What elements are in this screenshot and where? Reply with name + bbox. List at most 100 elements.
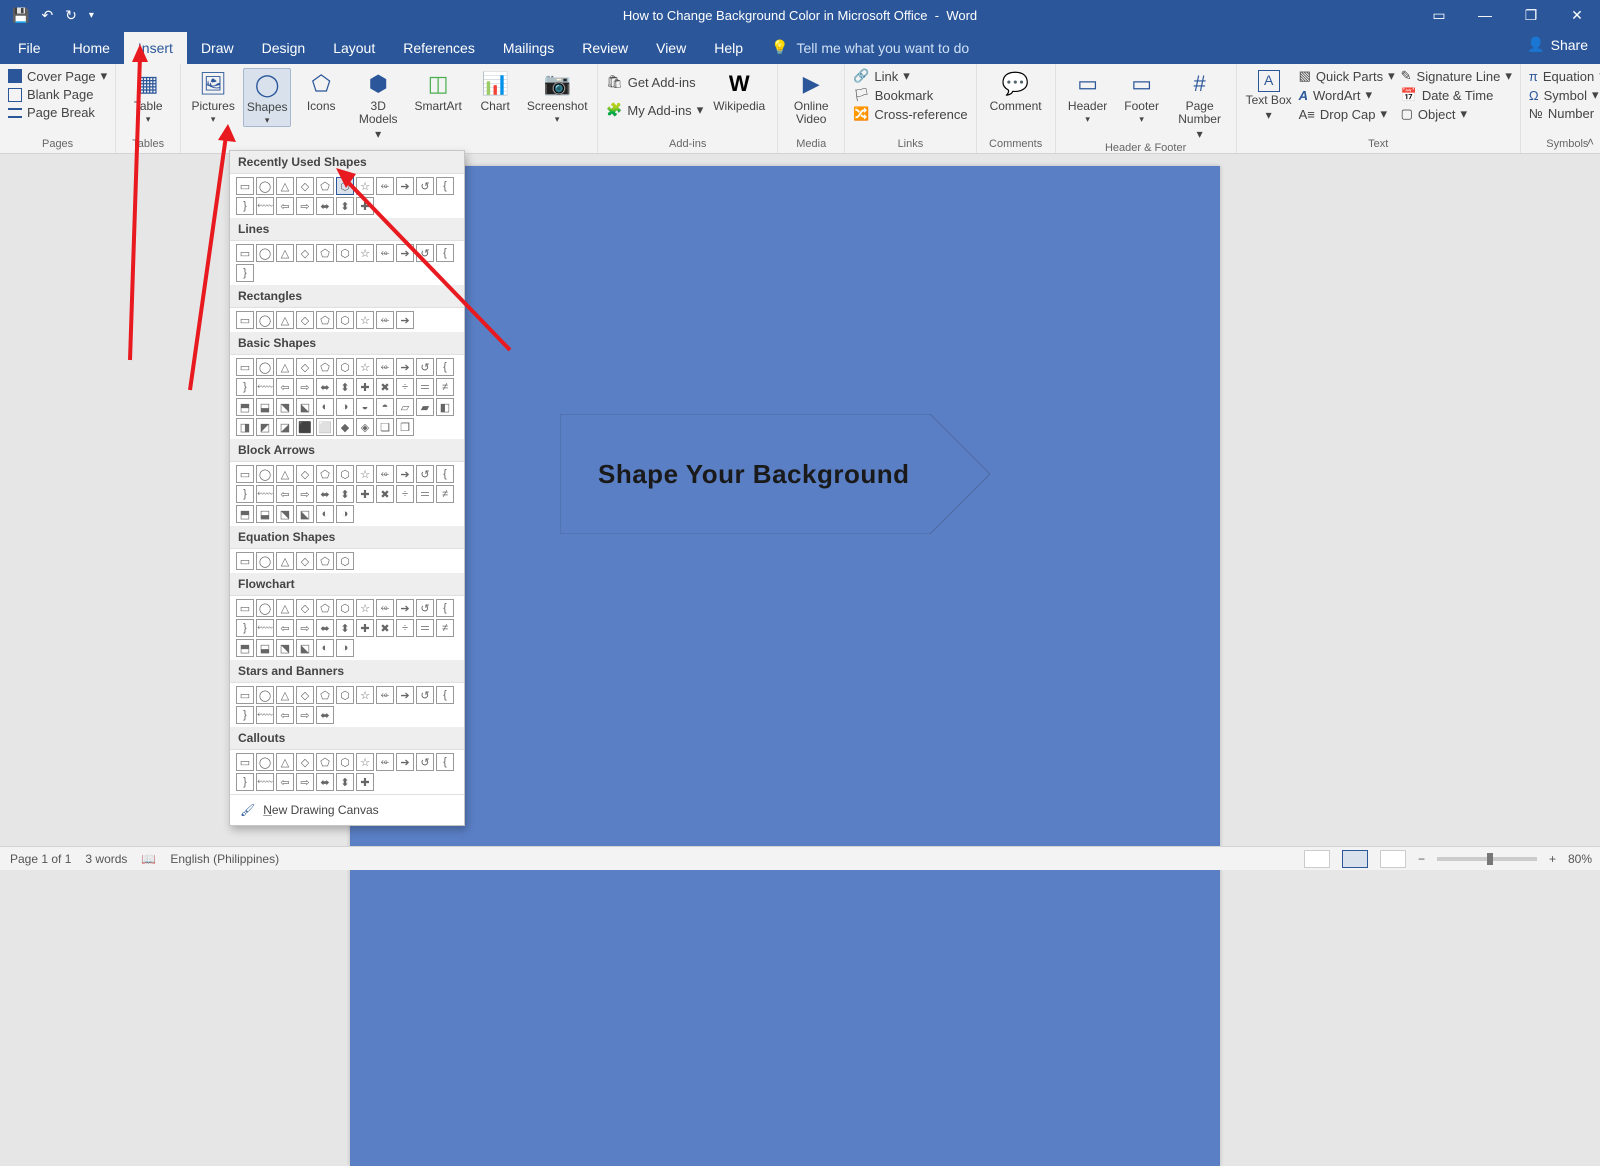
shape-option[interactable]: △ xyxy=(276,311,294,329)
shape-option[interactable]: ⬳ xyxy=(256,485,274,503)
shape-option[interactable]: ↺ xyxy=(416,358,434,376)
shape-option[interactable]: ▭ xyxy=(236,244,254,262)
shape-option[interactable]: ✖ xyxy=(376,378,394,396)
shape-option[interactable]: ⬠ xyxy=(316,599,334,617)
shape-option[interactable]: ⬕ xyxy=(296,639,314,657)
shape-option[interactable]: ⬌ xyxy=(316,485,334,503)
shape-option[interactable]: △ xyxy=(276,753,294,771)
shape-option[interactable]: ◑ xyxy=(336,639,354,657)
get-addins-button[interactable]: 🛍Get Add-ins xyxy=(606,74,703,90)
shape-option[interactable]: ⬓ xyxy=(256,398,274,416)
tell-me-search[interactable]: 💡 Tell me what you want to do xyxy=(757,31,983,64)
tab-design[interactable]: Design xyxy=(248,32,320,64)
shape-option[interactable]: ◓ xyxy=(376,398,394,416)
zoom-in-icon[interactable]: + xyxy=(1549,852,1556,866)
shape-option[interactable]: ⇨ xyxy=(296,197,314,215)
shape-option[interactable]: △ xyxy=(276,552,294,570)
shape-option[interactable]: ⬌ xyxy=(316,619,334,637)
shape-option[interactable]: △ xyxy=(276,465,294,483)
shape-option[interactable]: ⬡ xyxy=(336,599,354,617)
shape-option[interactable]: ◪ xyxy=(276,418,294,436)
shape-option[interactable]: ◐ xyxy=(316,639,334,657)
shape-option[interactable]: ☆ xyxy=(356,599,374,617)
shape-option[interactable]: ⇦ xyxy=(276,619,294,637)
object-button[interactable]: ▢Object ▾ xyxy=(1401,106,1512,122)
shape-option[interactable]: ☆ xyxy=(356,753,374,771)
shape-option[interactable]: ✚ xyxy=(356,773,374,791)
shape-option[interactable]: ⬍ xyxy=(336,378,354,396)
status-page[interactable]: Page 1 of 1 xyxy=(10,852,71,866)
undo-icon[interactable]: ↶ xyxy=(41,7,53,24)
shape-option[interactable]: ➔ xyxy=(396,686,414,704)
shape-option[interactable]: { xyxy=(436,358,454,376)
shape-option[interactable]: ◯ xyxy=(256,686,274,704)
shape-option[interactable]: ➔ xyxy=(396,358,414,376)
shape-option[interactable]: ✖ xyxy=(376,485,394,503)
shape-option[interactable]: ⬓ xyxy=(256,639,274,657)
shape-option[interactable]: △ xyxy=(276,244,294,262)
shape-option[interactable]: ☆ xyxy=(356,358,374,376)
save-icon[interactable]: 💾 xyxy=(12,7,29,24)
shape-option[interactable]: ⬌ xyxy=(316,773,334,791)
shape-option[interactable]: ⇨ xyxy=(296,706,314,724)
shape-option[interactable]: ◆ xyxy=(336,418,354,436)
bookmark-button[interactable]: 🏳Bookmark xyxy=(853,87,967,103)
ribbon-display-icon[interactable]: ▭ xyxy=(1416,0,1462,30)
shape-option[interactable]: ▭ xyxy=(236,552,254,570)
zoom-slider[interactable] xyxy=(1437,857,1537,861)
drop-cap-button[interactable]: A≡Drop Cap ▾ xyxy=(1299,106,1395,122)
link-button[interactable]: 🔗Link ▾ xyxy=(853,68,967,84)
shape-option[interactable]: ✚ xyxy=(356,197,374,215)
collapse-ribbon-icon[interactable]: ˄ xyxy=(1587,135,1594,149)
shape-option[interactable]: ☆ xyxy=(356,686,374,704)
shape-option[interactable]: ◨ xyxy=(236,418,254,436)
shape-option[interactable]: ⬰ xyxy=(376,686,394,704)
shape-option[interactable]: ◯ xyxy=(256,358,274,376)
online-video-button[interactable]: ▶Online Video xyxy=(786,68,836,126)
icons-button[interactable]: ⬠Icons xyxy=(297,68,345,113)
page-number-button[interactable]: #Page Number ▾ xyxy=(1172,68,1228,142)
shape-option[interactable]: ⬍ xyxy=(336,773,354,791)
shape-option[interactable]: ✚ xyxy=(356,619,374,637)
shape-option[interactable]: } xyxy=(236,264,254,282)
equation-button[interactable]: πEquation ▾ xyxy=(1529,68,1600,84)
shape-option[interactable]: ↺ xyxy=(416,599,434,617)
page-break-button[interactable]: Page Break xyxy=(8,105,107,120)
shape-option[interactable]: ⇦ xyxy=(276,485,294,503)
shape-option[interactable]: ◯ xyxy=(256,244,274,262)
screenshot-button[interactable]: 📷Screenshot▾ xyxy=(525,68,589,125)
qat-customize-icon[interactable]: ▾ xyxy=(89,10,94,21)
shape-option[interactable]: ☆ xyxy=(356,244,374,262)
shape-option[interactable]: ➔ xyxy=(396,311,414,329)
tab-references[interactable]: References xyxy=(389,32,489,64)
shape-option[interactable]: ⬠ xyxy=(316,177,334,195)
web-layout-icon[interactable] xyxy=(1380,850,1406,868)
shape-option[interactable]: { xyxy=(436,244,454,262)
quick-parts-button[interactable]: ▧Quick Parts ▾ xyxy=(1299,68,1395,84)
shape-option[interactable]: ◯ xyxy=(256,753,274,771)
shape-option[interactable]: { xyxy=(436,686,454,704)
shape-option[interactable]: ◑ xyxy=(336,398,354,416)
shape-option[interactable]: △ xyxy=(276,358,294,376)
shape-option[interactable]: ＝ xyxy=(416,485,434,503)
shape-option[interactable]: ◇ xyxy=(296,686,314,704)
shape-option[interactable]: } xyxy=(236,706,254,724)
wordart-button[interactable]: AWordArt ▾ xyxy=(1299,87,1395,103)
shape-option[interactable]: ↺ xyxy=(416,686,434,704)
shape-option[interactable]: ⬡ xyxy=(336,552,354,570)
shape-option[interactable]: ◇ xyxy=(296,552,314,570)
shape-option[interactable]: ◇ xyxy=(296,311,314,329)
shape-option[interactable]: ➔ xyxy=(396,465,414,483)
shape-option[interactable]: ⬰ xyxy=(376,465,394,483)
shape-option[interactable]: ✚ xyxy=(356,378,374,396)
shape-option[interactable]: ÷ xyxy=(396,378,414,396)
shape-option[interactable]: ◒ xyxy=(356,398,374,416)
shape-option[interactable]: ◈ xyxy=(356,418,374,436)
shape-option[interactable]: ⬠ xyxy=(316,358,334,376)
shape-option[interactable]: ⬛ xyxy=(296,418,314,436)
print-layout-icon[interactable] xyxy=(1342,850,1368,868)
signature-line-button[interactable]: ✎Signature Line ▾ xyxy=(1401,68,1512,84)
new-drawing-canvas-button[interactable]: 🖌 New Drawing Canvas xyxy=(230,794,464,825)
shape-option[interactable]: ↺ xyxy=(416,753,434,771)
shape-option[interactable]: ◇ xyxy=(296,599,314,617)
